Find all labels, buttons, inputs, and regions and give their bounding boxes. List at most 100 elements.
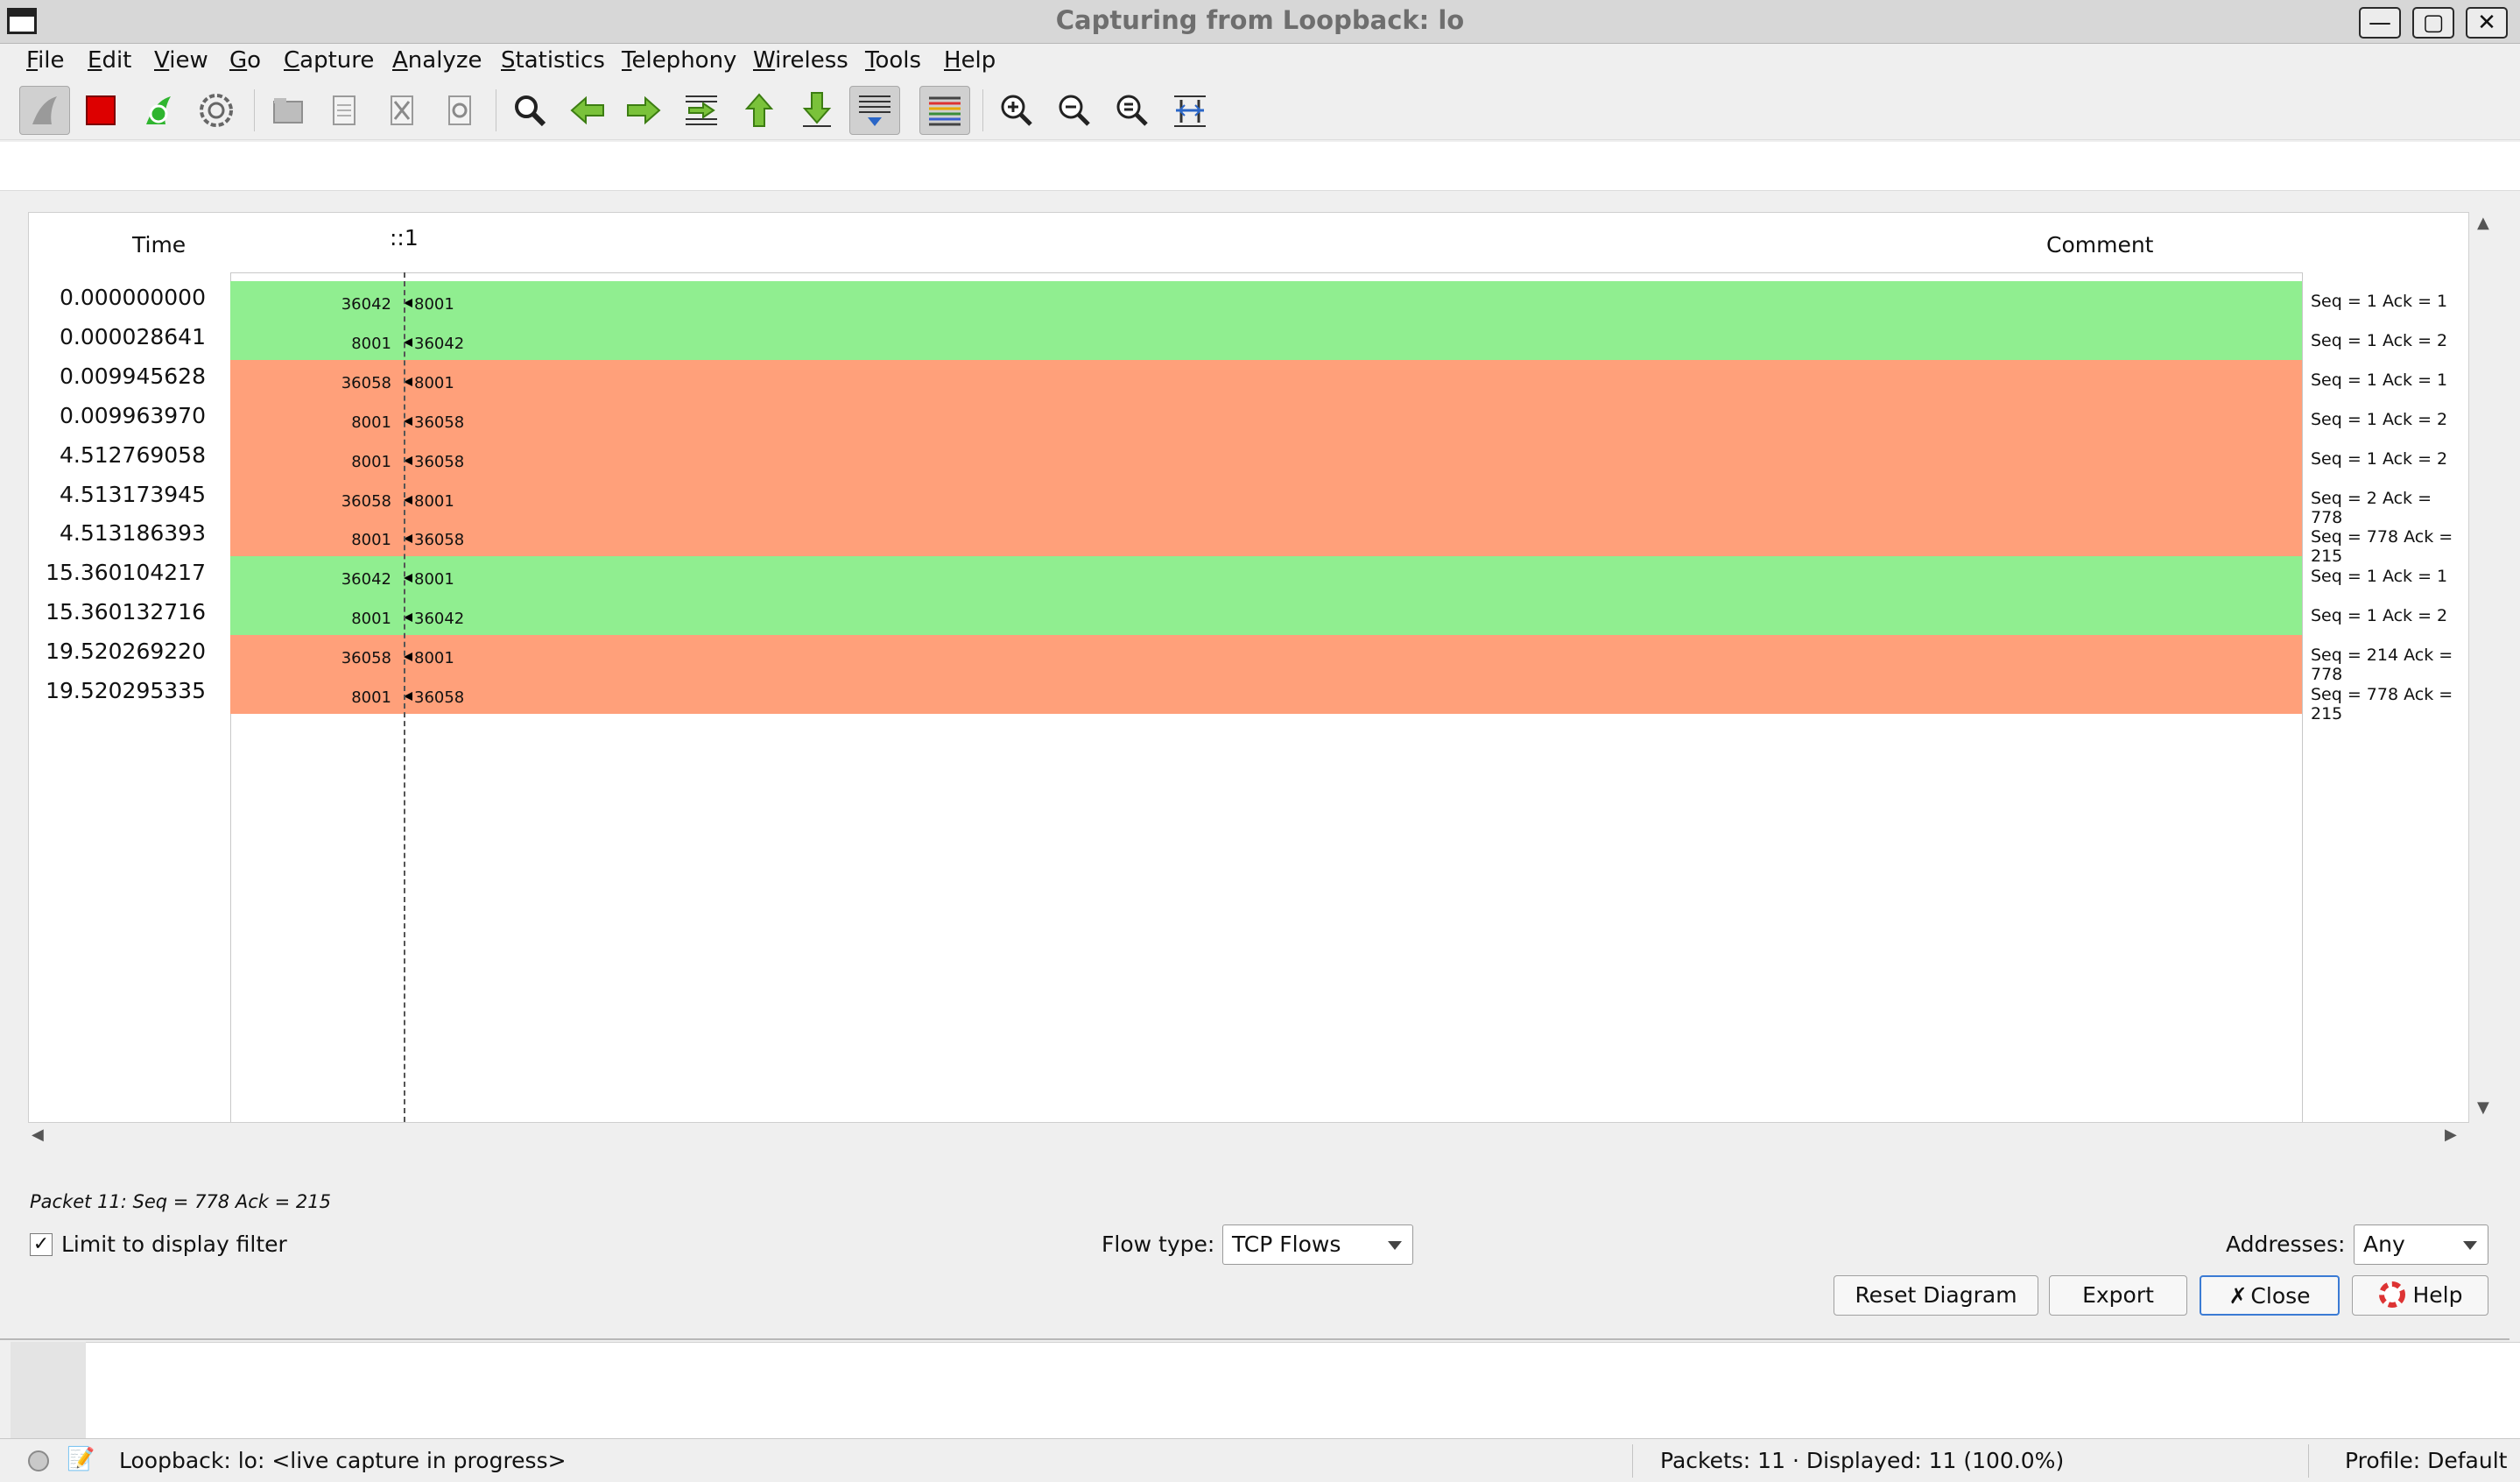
export-button[interactable]: Export	[2049, 1275, 2187, 1316]
autoscroll-icon	[859, 95, 890, 126]
flow-row[interactable]	[230, 321, 2302, 360]
reset-diagram-button[interactable]: Reset Diagram	[1834, 1275, 2038, 1316]
status-separator	[2308, 1444, 2309, 1478]
flow-row-left-port: 36042	[341, 295, 391, 314]
menu-telephony[interactable]: Telephony	[622, 47, 736, 74]
flow-row-right-port: 8001	[414, 649, 454, 667]
flow-row-time: 4.513186393	[59, 520, 206, 546]
display-filter-bar[interactable]	[0, 142, 2520, 191]
time-column-header: Time	[132, 232, 187, 258]
go-last-packet-button[interactable]	[792, 86, 842, 135]
go-back-button[interactable]	[562, 86, 613, 135]
flow-type-value: TCP Flows	[1232, 1231, 1341, 1257]
close-button[interactable]: ✗ Close	[2200, 1275, 2340, 1316]
menu-go[interactable]: Go	[229, 47, 261, 74]
capture-comment-icon[interactable]: 📝	[67, 1446, 95, 1472]
zoom-normal-button[interactable]	[1107, 86, 1158, 135]
menu-help[interactable]: Help	[944, 47, 996, 74]
colorize-button[interactable]	[919, 86, 970, 135]
close-icon: ✕	[2477, 10, 2496, 36]
capture-options-icon	[200, 94, 233, 127]
flow-row-comment: Seq = 214 Ack = 778	[2311, 646, 2453, 684]
scroll-down-arrow-icon[interactable]: ▼	[2477, 1098, 2489, 1117]
go-to-packet-button[interactable]	[676, 86, 727, 135]
minimize-button[interactable]: —	[2359, 7, 2401, 39]
resize-columns-icon	[1174, 95, 1206, 127]
help-lifebuoy-icon	[2378, 1281, 2405, 1308]
flow-row[interactable]	[230, 478, 2302, 518]
comment-column-header: Comment	[2046, 232, 2154, 258]
scroll-right-arrow-icon[interactable]: ▶	[2445, 1126, 2457, 1144]
close-window-button[interactable]: ✕	[2466, 7, 2508, 39]
scroll-left-arrow-icon[interactable]: ◀	[32, 1126, 44, 1144]
stop-capture-button[interactable]	[75, 86, 126, 135]
flow-row-right-port: 36042	[414, 335, 465, 353]
menu-capture[interactable]: Capture	[284, 47, 374, 74]
zoom-out-button[interactable]	[1049, 86, 1100, 135]
capture-options-button[interactable]	[191, 86, 242, 135]
flow-row[interactable]	[230, 596, 2302, 635]
zoom-in-button[interactable]	[991, 86, 1042, 135]
flow-row-time: 19.520269220	[46, 639, 206, 664]
packet-count: Packets: 11 · Displayed: 11 (100.0%)	[1660, 1448, 2065, 1473]
start-capture-button[interactable]	[19, 86, 70, 135]
flow-type-select[interactable]: TCP Flows	[1222, 1224, 1413, 1265]
flow-row-left-port: 8001	[351, 610, 391, 628]
restart-capture-button[interactable]	[133, 86, 184, 135]
flow-row-time: 19.520295335	[46, 678, 206, 703]
resize-columns-button[interactable]	[1165, 86, 1215, 135]
flow-row[interactable]	[230, 360, 2302, 399]
horizontal-scrollbar[interactable]: ◀ ▶	[28, 1123, 2471, 1147]
go-to-packet-icon	[686, 95, 717, 125]
flow-row-left-port: 36058	[341, 649, 391, 667]
capture-status: Loopback: lo: <live capture in progress>	[119, 1448, 567, 1473]
limit-to-display-filter-label[interactable]: Limit to display filter	[61, 1231, 287, 1257]
diagram-right-border	[2302, 272, 2303, 1122]
flow-row[interactable]	[230, 517, 2302, 556]
menu-edit[interactable]: Edit	[88, 47, 131, 74]
profile-indicator[interactable]: Profile: Default	[2345, 1448, 2507, 1473]
window-title: Capturing from Loopback: lo	[1055, 5, 1465, 35]
flow-row-comment: Seq = 1 Ack = 2	[2311, 331, 2448, 350]
restart-capture-icon	[146, 96, 171, 124]
flow-row-time: 4.513173945	[59, 482, 206, 507]
save-file-button[interactable]	[319, 86, 370, 135]
maximize-button[interactable]: ▢	[2412, 7, 2454, 39]
find-packet-button[interactable]	[504, 86, 555, 135]
flow-row[interactable]	[230, 635, 2302, 674]
help-button[interactable]: Help	[2352, 1275, 2488, 1316]
limit-to-display-filter-checkbox[interactable]: ✓	[30, 1233, 53, 1256]
toolbar-separator	[254, 89, 255, 131]
close-file-button[interactable]	[377, 86, 427, 135]
go-forward-button[interactable]	[618, 86, 669, 135]
menu-tools[interactable]: Tools	[865, 47, 921, 74]
menu-statistics[interactable]: Statistics	[501, 47, 605, 74]
flow-row-left-port: 36042	[341, 570, 391, 589]
flow-row-time: 0.009945628	[59, 363, 206, 389]
maximize-icon: ▢	[2422, 10, 2445, 36]
open-file-button[interactable]	[263, 86, 313, 135]
host-lifeline	[404, 272, 405, 1122]
scroll-up-arrow-icon[interactable]: ▲	[2477, 214, 2489, 232]
vertical-scrollbar[interactable]: ▲ ▼	[2471, 212, 2499, 1123]
expert-info-icon[interactable]	[28, 1450, 49, 1471]
addresses-value: Any	[2363, 1231, 2405, 1257]
flow-row-time: 15.360132716	[46, 599, 206, 625]
menu-wireless[interactable]: Wireless	[753, 47, 848, 74]
flow-row[interactable]	[230, 556, 2302, 596]
status-bar: 📝 Loopback: lo: <live capture in progres…	[0, 1438, 2520, 1482]
flow-row[interactable]	[230, 674, 2302, 714]
go-first-packet-button[interactable]	[734, 86, 785, 135]
chevron-down-icon	[2463, 1241, 2477, 1250]
menu-view[interactable]: View	[154, 47, 208, 74]
menu-analyze[interactable]: Analyze	[392, 47, 482, 74]
menu-file[interactable]: File	[26, 47, 65, 74]
addresses-select[interactable]: Any	[2354, 1224, 2488, 1265]
reload-file-button[interactable]	[434, 86, 485, 135]
zoom-out-icon	[1059, 95, 1090, 126]
flow-row[interactable]	[230, 439, 2302, 478]
autoscroll-button[interactable]	[849, 86, 900, 135]
flow-row[interactable]	[230, 399, 2302, 439]
flow-row[interactable]	[230, 281, 2302, 321]
flow-row-right-port: 36042	[414, 610, 465, 628]
